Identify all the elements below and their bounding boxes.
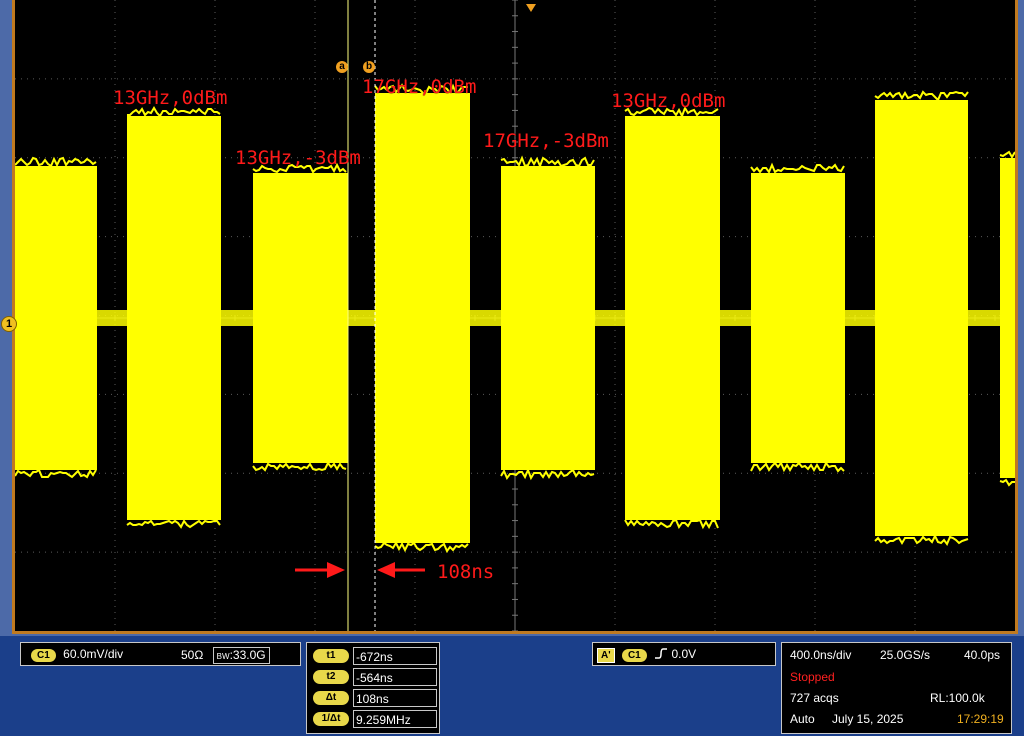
annotation-13ghz-0dbm-1: 13GHz,0dBm (113, 87, 227, 109)
inverse-delta-t-label: 1/Δt (313, 712, 349, 726)
waveform-burst (501, 158, 595, 478)
bandwidth-value: 33.0G (233, 648, 266, 662)
channel-impedance: 50Ω (181, 648, 203, 662)
channel-1-ground-marker[interactable]: 1 (1, 316, 17, 332)
t1-value: -672ns (353, 647, 437, 665)
burst-envelope (127, 116, 221, 520)
trigger-panel[interactable]: A' C1 0.0V (592, 642, 776, 666)
t1-label: t1 (313, 649, 349, 663)
annotation-13ghz-minus3dbm: 13GHz,-3dBm (235, 147, 361, 169)
burst-envelope (625, 116, 720, 520)
burst-bottom-edge (751, 463, 844, 471)
acquisition-panel[interactable]: 400.0ns/div 25.0GS/s 40.0ps Stopped 727 … (781, 642, 1012, 734)
scope-display: a b 13GHz,0dBm 13GHz,-3dBm 17GHz,0dBm 17… (0, 0, 1024, 636)
burst-bottom-edge (15, 470, 96, 477)
channel-chip[interactable]: C1 (31, 649, 56, 662)
t2-value: -564ns (353, 668, 437, 686)
measurement-row: Δt 108ns (307, 689, 441, 709)
channel-scale: 60.0mV/div (63, 647, 123, 661)
resolution: 40.0ps (964, 648, 1000, 662)
burst-envelope (375, 93, 470, 543)
burst-bottom-edge (1000, 480, 1015, 485)
burst-top-edge (127, 108, 220, 116)
annotation-17ghz-minus3dbm: 17GHz,-3dBm (483, 130, 609, 152)
timebase: 400.0ns/div (790, 648, 851, 662)
arrow-right-pointing-head (327, 562, 345, 578)
date: July 15, 2025 (832, 712, 903, 726)
burst-envelope (253, 173, 348, 463)
waveform-burst (375, 85, 470, 551)
acquisition-count: 727 acqs (790, 691, 839, 705)
bandwidth-prefix: BW (217, 652, 230, 661)
inverse-delta-t-value: 9.259MHz (353, 710, 437, 728)
annotation-13ghz-0dbm-2: 13GHz,0dBm (611, 90, 725, 112)
burst-envelope (751, 173, 845, 463)
delta-t-label: Δt (313, 691, 349, 705)
annotation-delta-108ns: 108ns (437, 561, 494, 583)
trigger-mode-chip[interactable]: A' (597, 648, 615, 663)
measurement-row: 1/Δt 9.259MHz (307, 710, 441, 730)
cursor-b-tag[interactable]: b (363, 61, 375, 73)
bandwidth-box: BW:33.0G (213, 647, 270, 664)
burst-envelope (15, 166, 97, 470)
trigger-level: 0.0V (671, 647, 696, 661)
burst-top-edge (1000, 152, 1015, 157)
measurement-row: t1 -672ns (307, 647, 441, 667)
burst-bottom-edge (375, 543, 468, 551)
record-length: RL:100.0k (930, 691, 985, 705)
waveform-burst (625, 108, 720, 528)
cursor-a-tag[interactable]: a (336, 61, 348, 73)
status-bar: C1 60.0mV/div 50Ω BW:33.0G t1 -672ns t2 … (0, 636, 1024, 736)
burst-top-edge (751, 165, 844, 172)
waveform-burst (875, 92, 968, 544)
cursor-measurement-panel[interactable]: t1 -672ns t2 -564ns Δt 108ns 1/Δt 9.259M… (306, 642, 440, 734)
waveform-burst (127, 108, 221, 527)
t2-label: t2 (313, 670, 349, 684)
burst-bottom-edge (625, 520, 718, 528)
channel-panel[interactable]: C1 60.0mV/div 50Ω BW:33.0G (20, 642, 301, 666)
waveform-burst (15, 158, 97, 477)
rising-edge-icon (654, 647, 668, 660)
trigger-mode: Auto (790, 712, 815, 726)
burst-top-edge (875, 92, 968, 100)
acquisition-state: Stopped (790, 670, 835, 684)
waveform-burst (1000, 152, 1015, 485)
burst-envelope (875, 100, 968, 536)
waveform-plot[interactable]: a b 13GHz,0dBm 13GHz,-3dBm 17GHz,0dBm 17… (12, 0, 1018, 634)
burst-envelope (501, 166, 595, 470)
waveform-burst (253, 165, 348, 470)
time: 17:29:19 (957, 712, 1004, 726)
delta-t-value: 108ns (353, 689, 437, 707)
burst-bottom-edge (875, 536, 968, 544)
burst-envelope (1000, 158, 1015, 478)
trigger-source-chip[interactable]: C1 (622, 649, 647, 662)
measurement-row: t2 -564ns (307, 668, 441, 688)
waveform-burst (751, 165, 845, 471)
sample-rate: 25.0GS/s (880, 648, 930, 662)
annotation-17ghz-0dbm: 17GHz,0dBm (362, 76, 476, 98)
arrow-left-pointing-head (377, 562, 395, 578)
burst-top-edge (15, 158, 96, 166)
burst-bottom-edge (127, 521, 220, 527)
trigger-position-marker[interactable] (526, 4, 536, 12)
burst-bottom-edge (253, 463, 346, 470)
